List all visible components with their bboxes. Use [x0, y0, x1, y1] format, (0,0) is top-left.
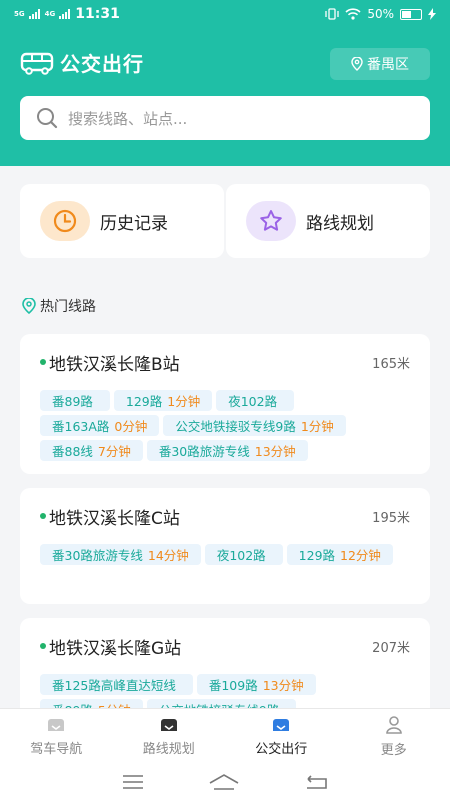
route-tag[interactable]: 番109路 13分钟	[196, 674, 316, 695]
location-pin-icon	[22, 298, 36, 314]
main-content: 历史记录 路线规划 热门线路 地铁汉溪长隆B站 165米 番89路 129路 1分…	[0, 166, 450, 708]
route-tag[interactable]: 番89路	[40, 390, 110, 411]
signal-4g-label: 4G	[44, 9, 56, 18]
battery-icon	[400, 8, 422, 20]
star-icon	[246, 201, 296, 241]
app-header: 公交出行 番禺区 搜索线路、站点...	[0, 28, 450, 166]
station-name: 地铁汉溪长隆B站	[49, 354, 180, 375]
route-tag[interactable]: 番88线 7分钟	[40, 440, 143, 461]
battery-percent: 50%	[367, 7, 394, 21]
signal-bars-icon	[28, 9, 40, 19]
signal-bars-icon	[59, 9, 71, 19]
route-plan-button[interactable]: 路线规划	[226, 184, 430, 258]
section-title-label: 热门线路	[40, 299, 96, 315]
history-label: 历史记录	[100, 213, 168, 234]
tab-label: 驾车导航	[30, 742, 83, 757]
route-tag[interactable]: 番30路旅游专线 14分钟	[40, 544, 201, 565]
bus-logo-icon	[20, 52, 54, 75]
route-plan-label: 路线规划	[306, 213, 374, 234]
station-dot	[40, 513, 46, 519]
station-name: 地铁汉溪长隆C站	[49, 508, 180, 529]
search-icon	[37, 108, 58, 129]
station-card[interactable]: 地铁汉溪长隆B站 165米 番89路 129路 1分钟 夜102路 番163A路 0…	[20, 334, 430, 474]
tab-label: 路线规划	[142, 742, 195, 757]
search-placeholder: 搜索线路、站点...	[68, 109, 188, 128]
station-dot	[40, 643, 46, 649]
bottom-tab-bar: 驾车导航 路线规划 公交出行 更多	[0, 708, 450, 764]
charging-icon	[428, 8, 436, 20]
tab-route-planning[interactable]: 路线规划	[113, 709, 226, 764]
route-tag[interactable]: 番30路旅游专线 13分钟	[146, 440, 308, 461]
route-tag[interactable]: 公交地铁接驳专线9路 1分钟	[163, 415, 346, 436]
station-name: 地铁汉溪长隆G站	[49, 638, 182, 659]
signal-5g-label: 5G	[14, 9, 25, 18]
app-title: 公交出行	[60, 52, 144, 76]
station-dot	[40, 359, 46, 365]
route-tag[interactable]: 番89路5分钟	[40, 699, 143, 708]
route-tags: 番89路 129路 1分钟 夜102路 番163A路 0分钟 公交地铁接驳专线9路 1…	[40, 390, 410, 461]
car-nav-icon	[48, 719, 65, 731]
back-icon[interactable]	[304, 775, 328, 789]
route-tag[interactable]: 夜102路	[216, 390, 295, 411]
vibrate-icon	[325, 8, 339, 20]
route-plan-icon	[160, 719, 177, 731]
person-icon	[385, 716, 402, 734]
route-tag[interactable]: 129路 12分钟	[286, 544, 393, 565]
station-card[interactable]: 地铁汉溪长隆G站 207米 番125路高峰直达短线 番109路13分钟 番89路…	[20, 618, 430, 708]
search-input[interactable]: 搜索线路、站点...	[20, 96, 430, 140]
station-distance: 195米	[372, 510, 410, 526]
clock-time: 11:31	[75, 6, 120, 22]
tab-car-navigation[interactable]: 驾车导航	[0, 709, 113, 764]
station-card[interactable]: 地铁汉溪长隆C站 195米 番30路旅游专线 14分钟 夜102路 129路 12分…	[20, 488, 430, 604]
route-tag[interactable]: 129路 1分钟	[113, 390, 213, 411]
history-button[interactable]: 历史记录	[20, 184, 224, 258]
district-label: 番禺区	[367, 57, 409, 73]
wifi-icon	[345, 8, 361, 20]
route-tag[interactable]: 夜102路	[204, 544, 283, 565]
home-icon[interactable]	[209, 774, 239, 790]
district-selector[interactable]: 番禺区	[330, 48, 430, 80]
route-tags: 番125路高峰直达短线 番109路13分钟 番89路5分钟 公交地铁接驳专线9路	[40, 674, 410, 708]
menu-icon[interactable]	[122, 775, 144, 789]
route-tag[interactable]: 番163A路 0分钟	[40, 415, 160, 436]
route-tag[interactable]: 番125路高峰直达短线	[40, 674, 193, 695]
station-distance: 207米	[372, 640, 410, 656]
tab-bus-travel[interactable]: 公交出行	[225, 709, 338, 764]
app-logo: 公交出行	[20, 48, 144, 77]
bus-icon	[273, 719, 290, 731]
route-tag[interactable]: 公交地铁接驳专线9路	[146, 699, 297, 708]
tab-label: 公交出行	[255, 742, 308, 757]
route-tags: 番30路旅游专线 14分钟 夜102路 129路 12分钟	[40, 544, 410, 565]
system-nav-bar	[0, 764, 450, 800]
clock-icon	[40, 201, 90, 241]
station-distance: 165米	[372, 356, 410, 372]
tab-more[interactable]: 更多	[338, 709, 450, 764]
tab-label: 更多	[380, 743, 407, 758]
location-pin-icon	[351, 57, 363, 71]
section-title: 热门线路	[22, 296, 96, 316]
status-bar: 5G 4G 11:31 50%	[0, 0, 450, 28]
